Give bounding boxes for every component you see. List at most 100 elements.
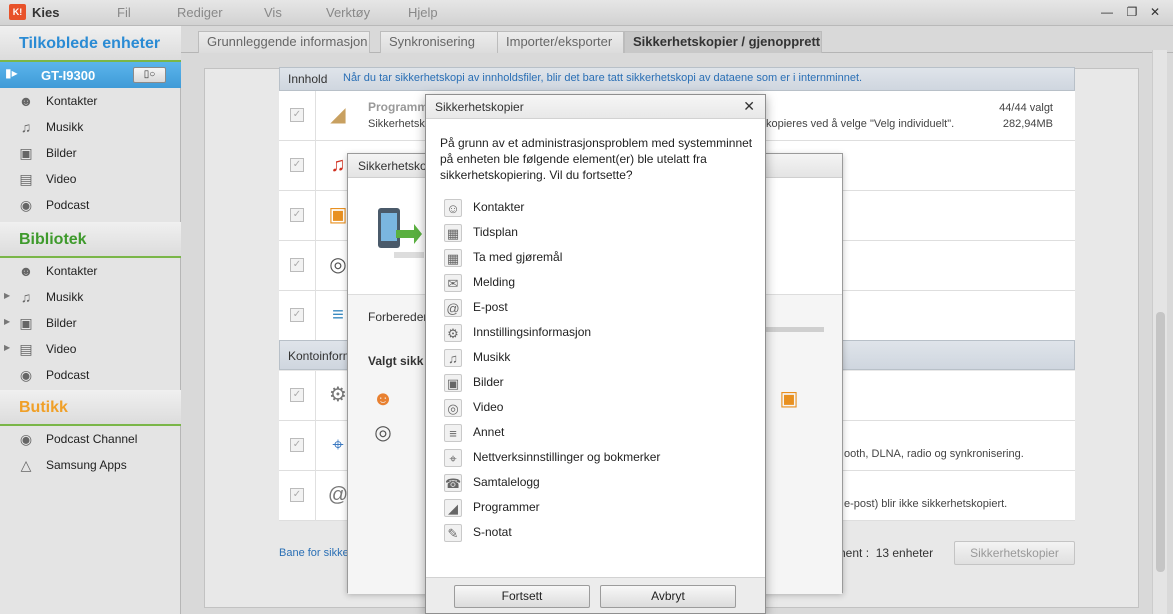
list-item-label: Musikk <box>473 350 511 364</box>
checkbox[interactable]: ✓ <box>290 388 304 402</box>
video-icon: ◎ <box>374 422 392 444</box>
tab-import-export[interactable]: Importer/eksporter <box>497 31 624 53</box>
backup-path-link[interactable]: Bane for sikke <box>279 547 349 559</box>
list-item: ✉ Melding <box>444 270 744 295</box>
checkbox[interactable]: ✓ <box>290 308 304 322</box>
sidebar-item-label: Podcast Channel <box>46 432 138 446</box>
menu-view[interactable]: Vis <box>264 5 282 20</box>
tab-basic-info[interactable]: Grunnleggende informasjon <box>198 31 370 53</box>
sidebar-item-device-podcast[interactable]: ◉ Podcast <box>0 192 181 218</box>
list-item: ▦ Ta med gjøremål <box>444 245 744 270</box>
sidebar-item-library-video[interactable]: ▶ ▤ Video <box>0 336 181 362</box>
connected-devices-header: Tilkoblede enheter <box>0 26 181 62</box>
dialog-message: På grunn av et administrasjonsproblem me… <box>440 136 753 182</box>
maximize-icon[interactable]: ❐ <box>1123 3 1141 21</box>
item-count-value: 13 enheter <box>875 546 934 560</box>
list-item-label: Kontakter <box>473 200 525 214</box>
sidebar-item-library-podcast[interactable]: ◉ Podcast <box>0 362 181 388</box>
list-item-label: Samtalelogg <box>473 475 540 489</box>
sidebar-item-device-video[interactable]: ▤ Video <box>0 166 181 192</box>
device-settings-icon[interactable]: ▯○ <box>133 67 166 83</box>
scrollbar-thumb[interactable] <box>1156 312 1165 572</box>
device-row[interactable]: ▮▸ GT-I9300 ▯○ <box>0 62 181 88</box>
expand-arrow-icon[interactable]: ▶ <box>4 291 10 300</box>
shop-header: Butikk <box>0 390 181 426</box>
item-count: nent : 13 enheter <box>839 546 933 560</box>
message-icon: ✉ <box>444 274 462 292</box>
scrollbar[interactable] <box>1152 50 1167 614</box>
content-header-note: Når du tar sikkerhetskopi av innholdsfil… <box>343 72 863 84</box>
progress-dialog-title: Sikkerhetskop <box>358 159 434 173</box>
connected-devices-title: Tilkoblede enheter <box>19 35 161 52</box>
backup-button[interactable]: Sikkerhetskopier <box>954 541 1075 565</box>
menu-file[interactable]: Fil <box>117 5 131 20</box>
checkbox[interactable]: ✓ <box>290 108 304 122</box>
checkbox[interactable]: ✓ <box>290 438 304 452</box>
menu-tools[interactable]: Verktøy <box>326 5 370 20</box>
sidebar-item-samsung-apps[interactable]: △ Samsung Apps <box>0 452 181 478</box>
sidebar-item-library-pictures[interactable]: ▶ ▣ Bilder <box>0 310 181 336</box>
contacts-icon: ☺ <box>444 199 462 217</box>
row-count: 44/44 valgt <box>999 102 1053 114</box>
pictures-icon: ▣ <box>19 315 33 331</box>
list-item: ⚙ Innstillingsinformasjon <box>444 320 744 345</box>
row-note: ooth, DLNA, radio og synkronisering. <box>844 448 1024 460</box>
checkbox[interactable]: ✓ <box>290 208 304 222</box>
sidebar-item-device-pictures[interactable]: ▣ Bilder <box>0 140 181 166</box>
expand-arrow-icon[interactable]: ▶ <box>4 317 10 326</box>
sidebar-item-label: Musikk <box>46 120 84 134</box>
list-item: @ E-post <box>444 295 744 320</box>
programs-icon: ◢ <box>330 104 346 126</box>
list-item-label: Annet <box>473 425 505 439</box>
music-icon: ♫ <box>20 119 32 135</box>
minimize-icon[interactable]: — <box>1098 3 1116 21</box>
list-item-label: Programmer <box>473 500 540 514</box>
menu-help[interactable]: Hjelp <box>408 5 438 20</box>
sidebar-item-label: Samsung Apps <box>46 458 127 472</box>
music-icon: ♫ <box>20 289 32 305</box>
checkbox[interactable]: ✓ <box>290 158 304 172</box>
checkbox[interactable]: ✓ <box>290 488 304 502</box>
row-separator <box>315 371 316 421</box>
cancel-button[interactable]: Avbryt <box>600 585 736 608</box>
row-separator <box>315 91 316 141</box>
list-item-label: S-notat <box>473 525 512 539</box>
menu-edit[interactable]: Rediger <box>177 5 223 20</box>
row-subtitle: Sikkerhetsk <box>368 118 425 130</box>
progress-bar <box>762 327 824 332</box>
podcast-icon: ◉ <box>19 367 33 383</box>
settings-icon: ⚙ <box>444 324 462 342</box>
sidebar-item-label: Kontakter <box>46 94 98 108</box>
row-separator <box>315 421 316 471</box>
sidebar-item-device-contacts[interactable]: ☻ Kontakter <box>0 88 181 114</box>
close-icon[interactable]: ✕ <box>743 98 755 115</box>
network-icon: ⌖ <box>444 449 462 467</box>
app-name: Kies <box>32 5 60 20</box>
apps-icon: △ <box>20 457 32 473</box>
checkbox[interactable]: ✓ <box>290 258 304 272</box>
podcast-icon: ◉ <box>19 197 33 213</box>
row-separator <box>315 291 316 341</box>
expand-arrow-icon[interactable]: ▶ <box>4 343 10 352</box>
sidebar-item-podcast-channel[interactable]: ◉ Podcast Channel <box>0 426 181 452</box>
tab-backup-restore[interactable]: Sikkerhetskopier / gjenopprett <box>624 31 822 53</box>
selected-label: Valgt sikk <box>368 354 424 368</box>
sidebar-item-label: Kontakter <box>46 264 98 278</box>
library-header: Bibliotek <box>0 222 181 258</box>
continue-button[interactable]: Fortsett <box>454 585 590 608</box>
sidebar-item-label: Musikk <box>46 290 84 304</box>
list-item-label: Innstillingsinformasjon <box>473 325 592 339</box>
list-item-label: Ta med gjøremål <box>473 250 563 264</box>
list-item-label: Nettverksinnstillinger og bokmerker <box>473 450 661 464</box>
sidebar-item-device-music[interactable]: ♫ Musikk <box>0 114 181 140</box>
sidebar-item-library-contacts[interactable]: ☻ Kontakter <box>0 258 181 284</box>
list-item: ▦ Tidsplan <box>444 220 744 245</box>
sidebar-item-label: Podcast <box>46 198 90 212</box>
email-icon: @ <box>444 299 462 317</box>
tasks-icon: ▦ <box>444 249 462 267</box>
sidebar-item-library-music[interactable]: ▶ ♫ Musikk <box>0 284 181 310</box>
account-header-label: Kontoinform <box>288 349 353 363</box>
sidebar-item-label: Video <box>46 342 77 356</box>
tab-sync[interactable]: Synkronisering <box>380 31 498 53</box>
close-window-icon[interactable]: ✕ <box>1146 3 1164 21</box>
